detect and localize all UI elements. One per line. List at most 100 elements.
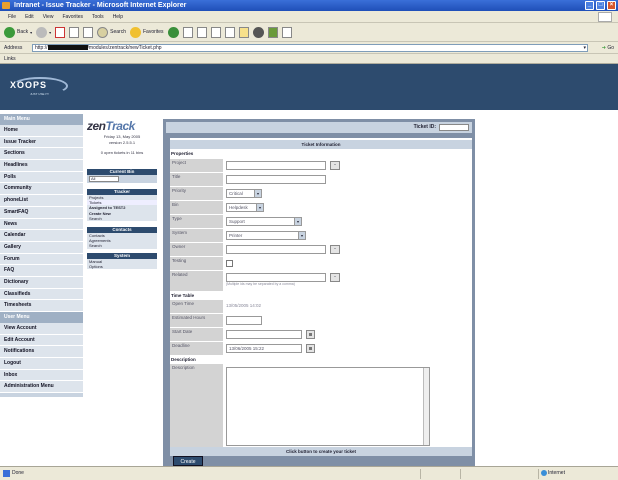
home-icon[interactable]	[83, 26, 94, 38]
testing-label: Testing	[170, 257, 223, 270]
sidebar-item-smartfaq[interactable]: SmartFAQ	[0, 206, 83, 219]
sidebar-item-calendar[interactable]: Calendar	[0, 230, 83, 242]
links-label[interactable]: Links	[4, 56, 16, 62]
sidebar-item-home[interactable]: Home	[0, 125, 83, 137]
sidebar-item-gallery[interactable]: Gallery	[0, 241, 83, 254]
window-title-bar: Intranet - Issue Tracker - Microsoft Int…	[0, 0, 618, 11]
tracker-link-search[interactable]: Search	[87, 216, 157, 221]
menu-favorites[interactable]: Favorites	[62, 11, 83, 22]
current-bin-select[interactable]: All	[89, 176, 119, 182]
sidebar-item-logout[interactable]: Logout	[0, 358, 83, 370]
time-table-heading: Time Table	[171, 293, 195, 298]
sidebar-item-edit-account[interactable]: Edit Account	[0, 334, 83, 347]
sidebar-item-issue-tracker[interactable]: Issue Tracker	[0, 136, 83, 149]
bin-label: Bin	[170, 201, 223, 214]
sidebar-item-classifieds[interactable]: Classifieds	[0, 288, 83, 301]
discuss-icon[interactable]	[238, 26, 249, 38]
sidebar-item-administration-menu[interactable]: Administration Menu	[0, 381, 83, 394]
sidebar-item-phonelist[interactable]: phoneList	[0, 195, 83, 207]
menu-bar: File Edit View Favorites Tools Help	[0, 11, 618, 23]
research-icon[interactable]	[267, 26, 278, 38]
search-button[interactable]: Search	[97, 26, 126, 38]
menu-file[interactable]: File	[8, 11, 16, 22]
ticket-id-bar: Ticket ID:	[166, 122, 472, 133]
related-input[interactable]	[226, 273, 326, 282]
deadline-input[interactable]: 13/06/2005 15:22	[226, 344, 302, 353]
start-date-input[interactable]	[226, 330, 302, 339]
chevron-down-icon: ▾	[256, 204, 263, 211]
ticket-id-input[interactable]	[439, 124, 469, 131]
system-label: System	[170, 229, 223, 242]
deadline-label: Deadline	[170, 342, 223, 355]
sidebar-item-sections[interactable]: Sections	[0, 148, 83, 161]
estimated-hours-input[interactable]	[226, 316, 262, 325]
back-button[interactable]: Back ▾	[4, 26, 32, 38]
sidebar-item-dictionary[interactable]: Dictionary	[0, 276, 83, 289]
menu-help[interactable]: Help	[113, 11, 123, 22]
testing-row: Testing	[170, 257, 472, 270]
type-label: Type	[170, 215, 223, 228]
sidebar-item-timesheets[interactable]: Timesheets	[0, 300, 83, 312]
project-input[interactable]	[226, 161, 326, 170]
calendar-icon[interactable]	[306, 330, 315, 339]
current-bin-box: Current Bin All	[87, 169, 157, 183]
favorites-button[interactable]: Favorites	[130, 26, 164, 38]
bin-select[interactable]: Helpdesk ▾	[226, 203, 264, 212]
windows-logo-icon	[598, 12, 612, 22]
close-button[interactable]: ×	[607, 1, 616, 10]
messenger-icon[interactable]	[252, 26, 264, 38]
go-button[interactable]: ➜ Go	[602, 44, 614, 52]
sidebar-item-view-account[interactable]: View Account	[0, 323, 83, 335]
address-bar: Address http:///modules/zentrack/newTick…	[0, 42, 618, 54]
xoops-logo[interactable]: XOOPS JUST USE IT!	[10, 77, 68, 100]
address-input[interactable]: http:///modules/zentrack/newTicket.php ▾	[32, 44, 588, 52]
stop-icon[interactable]	[55, 26, 66, 38]
owner-browse-button[interactable]: ..	[330, 245, 340, 254]
project-browse-button[interactable]: ..	[330, 161, 340, 170]
open-time-value: 13/05/2005 14:02	[226, 303, 262, 308]
priority-row: Priority Critical ▾	[170, 187, 472, 200]
address-dropdown-icon[interactable]: ▾	[583, 45, 586, 51]
menu-tools[interactable]: Tools	[92, 11, 104, 22]
sidebar-item-community[interactable]: Community	[0, 183, 83, 196]
sidebar-item-inbox[interactable]: Inbox	[0, 369, 83, 382]
testing-checkbox[interactable]	[226, 260, 233, 267]
notes-icon[interactable]	[281, 26, 292, 38]
sidebar-item-faq[interactable]: FAQ	[0, 265, 83, 277]
zentrack-date: Friday 13, May 2005	[103, 134, 141, 139]
menu-view[interactable]: View	[43, 11, 54, 22]
maximize-button[interactable]: □	[596, 1, 605, 10]
sidebar-item-headlines[interactable]: Headlines	[0, 160, 83, 172]
mail-icon[interactable]	[196, 26, 207, 38]
history-icon[interactable]	[182, 26, 193, 38]
description-scrollbar[interactable]	[423, 368, 429, 445]
owner-input[interactable]	[226, 245, 326, 254]
forward-arrow-icon	[36, 26, 48, 38]
priority-select[interactable]: Critical ▾	[226, 189, 262, 198]
calendar-icon[interactable]	[306, 344, 315, 353]
type-select[interactable]: Support ▾	[226, 217, 302, 226]
edit-icon[interactable]	[224, 26, 235, 38]
sidebar-item-notifications[interactable]: Notifications	[0, 346, 83, 359]
minimize-button[interactable]: _	[585, 1, 594, 10]
create-ticket-button[interactable]: Create	[173, 456, 203, 466]
contacts-link-search[interactable]: Search	[87, 243, 157, 248]
project-label: Project	[170, 159, 223, 172]
title-row: Title	[170, 173, 472, 186]
description-textarea[interactable]	[226, 367, 430, 446]
system-link-options[interactable]: Options	[87, 264, 157, 269]
system-select[interactable]: Printer ▾	[226, 231, 306, 240]
related-browse-button[interactable]: ..	[330, 273, 340, 282]
refresh-icon[interactable]	[69, 26, 80, 38]
menu-edit[interactable]: Edit	[25, 11, 34, 22]
title-input[interactable]	[226, 175, 326, 184]
sidebar-item-news[interactable]: News	[0, 218, 83, 231]
zentrack-logo[interactable]: zenTrack	[87, 119, 157, 133]
forward-button[interactable]: ▾	[36, 26, 51, 38]
sidebar-item-forum[interactable]: Forum	[0, 253, 83, 266]
properties-heading: Properties	[171, 151, 194, 156]
sidebar-item-polls[interactable]: Polls	[0, 171, 83, 184]
user-menu-header: User Menu	[0, 312, 83, 323]
print-icon[interactable]	[210, 26, 221, 38]
media-icon[interactable]	[167, 26, 179, 38]
